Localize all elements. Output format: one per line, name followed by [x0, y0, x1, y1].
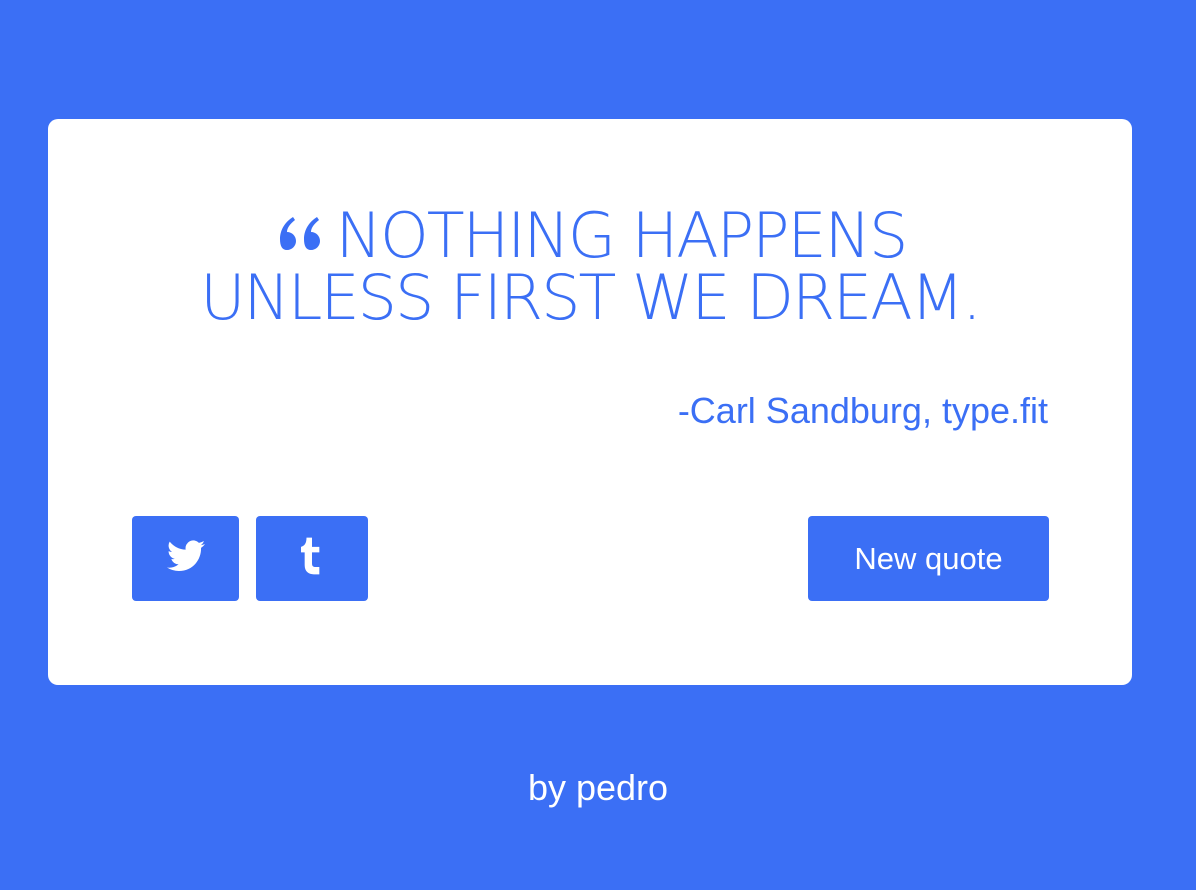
- quote-card: Nothing happens unless first we dream. -…: [48, 119, 1132, 685]
- tweet-button[interactable]: [132, 516, 239, 601]
- twitter-icon: [166, 540, 205, 577]
- new-quote-button[interactable]: New quote: [808, 516, 1049, 601]
- quote-mark-icon: [274, 213, 328, 253]
- footer-credit: by pedro: [527, 767, 669, 808]
- tumblr-button[interactable]: [256, 516, 368, 601]
- tumblr-icon: [301, 537, 323, 580]
- quote-author: -Carl Sandburg, type.fit: [677, 390, 1048, 431]
- quote-block: Nothing happens unless first we dream.: [158, 205, 1022, 329]
